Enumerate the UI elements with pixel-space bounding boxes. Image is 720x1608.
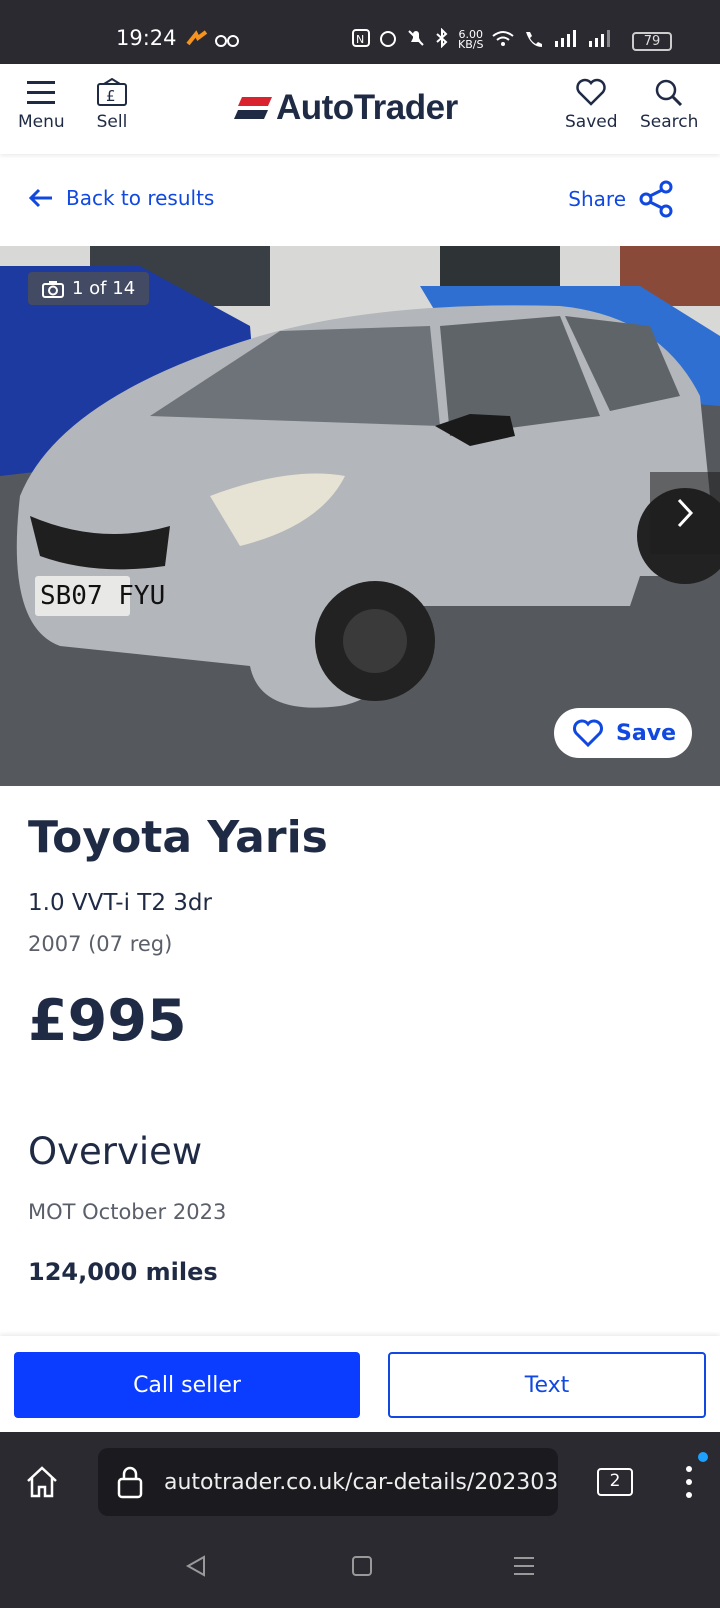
- share-button[interactable]: Share: [568, 180, 674, 218]
- saved-label: Saved: [565, 112, 618, 132]
- mute-icon: [406, 28, 426, 52]
- back-nav-button[interactable]: [184, 1554, 208, 1582]
- photo-counter: 1 of 14: [28, 272, 150, 305]
- save-label: Save: [616, 720, 676, 746]
- url-text: autotrader.co.uk/car-details/2023030: [164, 1469, 558, 1495]
- camera-icon: [42, 280, 64, 298]
- licence-plate: SB07 FYU: [40, 581, 165, 611]
- chevron-right-icon: [677, 498, 694, 528]
- sell-pound-icon: £: [97, 78, 127, 106]
- share-icon: [639, 180, 673, 218]
- lock-icon: [117, 1466, 143, 1499]
- car-photo: SB07 FYU: [0, 246, 720, 786]
- share-label: Share: [568, 187, 626, 211]
- square-home-icon: [352, 1556, 372, 1576]
- sell-label: Sell: [96, 112, 128, 132]
- back-label: Back to results: [66, 186, 215, 210]
- save-vehicle-button[interactable]: Save: [554, 708, 692, 758]
- vehicle-variant: 1.0 VVT-i T2 3dr: [28, 890, 212, 916]
- system-navigation-bar: [0, 1532, 720, 1608]
- home-nav-button[interactable]: [350, 1554, 374, 1582]
- vehicle-title: Toyota Yaris: [28, 812, 328, 863]
- next-photo-button[interactable]: [650, 472, 720, 554]
- back-to-results-link[interactable]: Back to results: [28, 186, 214, 210]
- tab-count: 2: [609, 1471, 621, 1491]
- call-seller-button[interactable]: Call seller: [14, 1352, 360, 1418]
- heart-icon: [576, 78, 606, 106]
- logo-text: AutoTrader: [276, 88, 458, 127]
- results-navigation: Back to results Share: [0, 172, 720, 228]
- more-vertical-icon: [686, 1466, 692, 1498]
- svg-text:N: N: [356, 33, 364, 46]
- search-label: Search: [640, 112, 699, 132]
- app-notification-icon: [186, 30, 208, 52]
- signal-icon: [553, 29, 579, 51]
- vehicle-photo-gallery[interactable]: SB07 FYU 1 of 14 Save: [0, 246, 720, 786]
- vehicle-price: £995: [28, 988, 187, 1054]
- address-bar[interactable]: autotrader.co.uk/car-details/2023030: [98, 1448, 558, 1516]
- call-seller-label: Call seller: [133, 1372, 241, 1398]
- recents-nav-button[interactable]: [512, 1554, 536, 1582]
- saved-button[interactable]: Saved: [565, 78, 618, 132]
- alarm-icon: [378, 28, 398, 52]
- logo-mark: [234, 97, 272, 119]
- net-speed: 6.00 KB/S: [458, 28, 484, 51]
- wifi-icon: [491, 29, 515, 51]
- call-icon: [523, 29, 545, 51]
- menu-button[interactable]: Menu: [18, 78, 65, 132]
- sell-button[interactable]: £ Sell: [96, 78, 128, 132]
- search-button[interactable]: Search: [640, 78, 698, 132]
- menu-label: Menu: [18, 112, 65, 132]
- cycle-icon: [214, 30, 240, 52]
- photo-count-label: 1 of 14: [72, 278, 136, 299]
- site-header: Menu £ Sell AutoTrader Saved Search: [0, 64, 720, 154]
- triangle-back-icon: [185, 1555, 205, 1577]
- bluetooth-icon: [434, 27, 450, 52]
- update-indicator-dot: [698, 1452, 708, 1462]
- vehicle-year: 2007 (07 reg): [28, 932, 173, 956]
- text-seller-label: Text: [524, 1372, 570, 1398]
- mot-info: MOT October 2023: [28, 1200, 227, 1224]
- overview-heading: Overview: [28, 1130, 203, 1173]
- tabs-button[interactable]: 2: [597, 1468, 633, 1496]
- search-icon: [655, 79, 683, 106]
- browser-toolbar: autotrader.co.uk/car-details/2023030 2: [0, 1432, 720, 1532]
- autotrader-logo[interactable]: AutoTrader: [234, 88, 458, 128]
- home-icon: [27, 1466, 57, 1498]
- home-button[interactable]: [24, 1464, 60, 1504]
- status-bar: 19:24 N 6.00 KB/S 79: [0, 0, 720, 64]
- battery-icon: 79: [632, 32, 672, 51]
- signal-icon-2: [587, 29, 613, 51]
- nfc-icon: N: [352, 29, 370, 51]
- svg-text:£: £: [106, 87, 116, 105]
- status-time: 19:24: [116, 26, 177, 50]
- arrow-left-icon: [28, 188, 52, 208]
- hamburger-icon: [27, 81, 56, 104]
- mileage-info: 124,000 miles: [28, 1258, 218, 1286]
- recents-lines-icon: [514, 1557, 534, 1575]
- heart-icon: [573, 719, 604, 747]
- text-seller-button[interactable]: Text: [388, 1352, 706, 1418]
- status-icons: N 6.00 KB/S: [352, 27, 613, 52]
- contact-actions: Call seller Text: [0, 1336, 720, 1432]
- more-options-button[interactable]: [683, 1464, 695, 1504]
